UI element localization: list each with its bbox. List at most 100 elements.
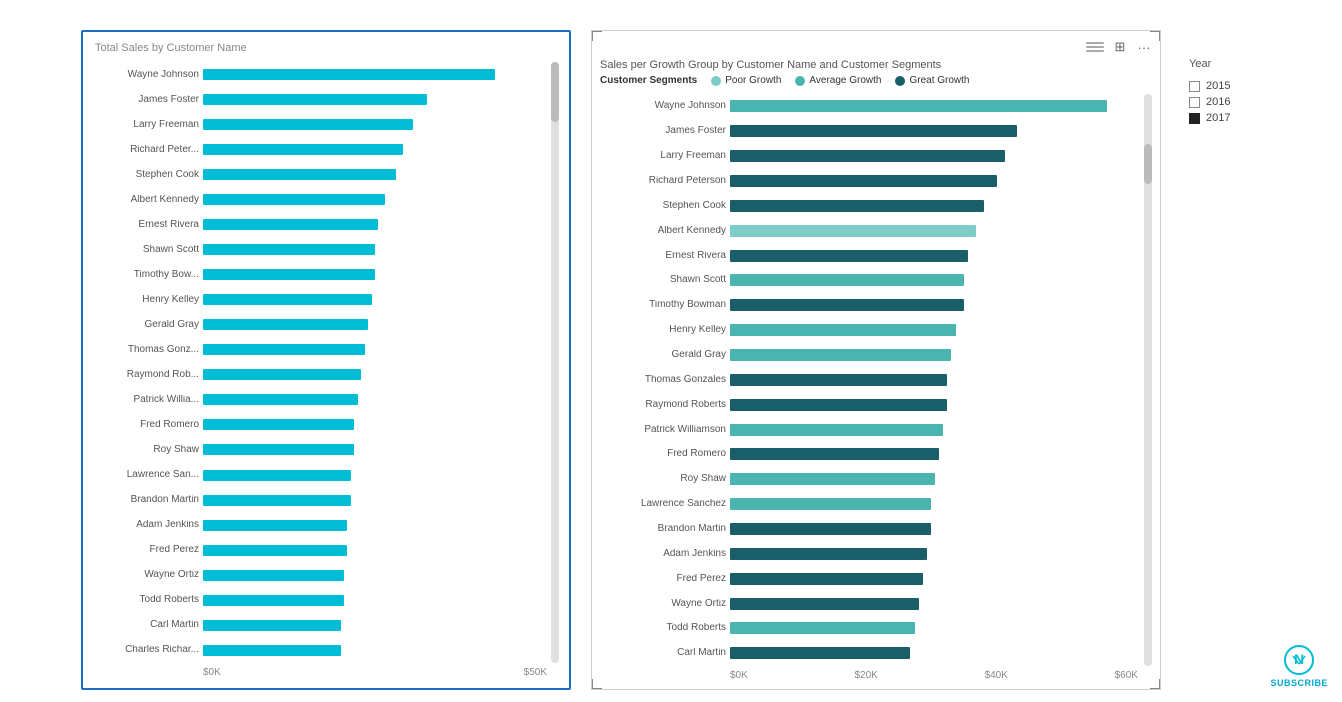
left-chart-area: Wayne JohnsonJames FosterLarry FreemanRi… bbox=[93, 62, 559, 663]
right-bar-label: Fred Perez bbox=[600, 574, 726, 584]
left-bar-label: Charles Richar... bbox=[93, 645, 199, 655]
legend-poor-growth: Poor Growth bbox=[711, 75, 781, 86]
right-bar-row bbox=[730, 123, 1140, 139]
right-bar-row bbox=[730, 272, 1140, 288]
left-bar-row bbox=[203, 343, 547, 357]
left-bar-label: Brandon Martin bbox=[93, 495, 199, 505]
right-bar bbox=[730, 374, 947, 386]
right-bar-label: Carl Martin bbox=[600, 648, 726, 658]
left-bar-row bbox=[203, 468, 547, 482]
left-bar-label: Carl Martin bbox=[93, 620, 199, 630]
left-bar bbox=[203, 470, 351, 481]
year-checkbox[interactable] bbox=[1189, 97, 1200, 108]
right-bar-label: Gerald Gray bbox=[600, 350, 726, 360]
year-checkbox[interactable] bbox=[1189, 113, 1200, 124]
left-bar bbox=[203, 69, 495, 80]
right-bars-container bbox=[730, 94, 1140, 666]
right-bar-row bbox=[730, 372, 1140, 388]
left-bar bbox=[203, 244, 375, 255]
left-bar-label: Patrick Willia... bbox=[93, 395, 199, 405]
expand-icon[interactable]: ⊞ bbox=[1112, 39, 1128, 55]
left-bar bbox=[203, 394, 358, 405]
right-bar bbox=[730, 175, 997, 187]
left-bar bbox=[203, 219, 378, 230]
right-bar-row bbox=[730, 645, 1140, 661]
right-bar-row bbox=[730, 471, 1140, 487]
left-bar-row bbox=[203, 268, 547, 282]
great-growth-label: Great Growth bbox=[909, 75, 969, 86]
left-chart: Total Sales by Customer Name Wayne Johns… bbox=[81, 30, 571, 690]
left-bar-row bbox=[203, 418, 547, 432]
left-bar bbox=[203, 645, 341, 656]
legend-title: Customer Segments bbox=[600, 75, 697, 86]
left-bar-row bbox=[203, 143, 547, 157]
year-item[interactable]: 2017 bbox=[1189, 112, 1253, 124]
right-bar-row bbox=[730, 496, 1140, 512]
average-growth-label: Average Growth bbox=[809, 75, 881, 86]
subscribe-label[interactable]: SUBSCRIBE bbox=[1270, 678, 1328, 688]
left-scrollbar-thumb[interactable] bbox=[551, 62, 559, 122]
left-bar bbox=[203, 169, 396, 180]
right-bar-row bbox=[730, 322, 1140, 338]
left-bar bbox=[203, 319, 368, 330]
right-bar-label: Stephen Cook bbox=[600, 201, 726, 211]
right-x-axis-label: $0K bbox=[730, 670, 748, 681]
left-bar bbox=[203, 119, 413, 130]
left-bar-label: Fred Romero bbox=[93, 420, 199, 430]
left-bar-label: Raymond Rob... bbox=[93, 370, 199, 380]
left-bar-label: James Foster bbox=[93, 95, 199, 105]
left-bar-row bbox=[203, 493, 547, 507]
poor-growth-dot bbox=[711, 76, 721, 86]
left-bar bbox=[203, 94, 427, 105]
right-bar-row bbox=[730, 620, 1140, 636]
drag-line-1 bbox=[1086, 42, 1104, 44]
top-right-bracket bbox=[1150, 31, 1160, 41]
left-bar bbox=[203, 269, 375, 280]
left-bar-row bbox=[203, 643, 547, 657]
legend-average-growth: Average Growth bbox=[795, 75, 881, 86]
right-bar-label: Larry Freeman bbox=[600, 151, 726, 161]
year-item[interactable]: 2015 bbox=[1189, 80, 1253, 92]
right-bar bbox=[730, 399, 947, 411]
right-scrollbar-thumb[interactable] bbox=[1144, 144, 1152, 184]
great-growth-dot bbox=[895, 76, 905, 86]
left-bar-label: Larry Freeman bbox=[93, 120, 199, 130]
right-bar-label: Wayne Johnson bbox=[600, 101, 726, 111]
right-bar bbox=[730, 448, 939, 460]
right-scrollbar[interactable] bbox=[1144, 94, 1152, 666]
right-bar-label: Adam Jenkins bbox=[600, 549, 726, 559]
left-bar-row bbox=[203, 193, 547, 207]
right-bar bbox=[730, 598, 919, 610]
right-x-axis-label: $40K bbox=[985, 670, 1008, 681]
left-bars-container bbox=[203, 62, 547, 663]
left-scrollbar[interactable] bbox=[551, 62, 559, 663]
left-bar-row bbox=[203, 368, 547, 382]
left-bar-row bbox=[203, 393, 547, 407]
right-bar bbox=[730, 548, 927, 560]
year-item[interactable]: 2016 bbox=[1189, 96, 1253, 108]
left-bar-label: Henry Kelley bbox=[93, 295, 199, 305]
year-checkbox[interactable] bbox=[1189, 81, 1200, 92]
drag-handle[interactable] bbox=[1086, 42, 1104, 52]
right-bar-label: Patrick Williamson bbox=[600, 425, 726, 435]
right-bar-label: James Foster bbox=[600, 126, 726, 136]
top-left-bracket bbox=[592, 31, 602, 41]
left-bar-label: Todd Roberts bbox=[93, 595, 199, 605]
right-bar-labels: Wayne JohnsonJames FosterLarry FreemanRi… bbox=[600, 94, 730, 666]
right-bar bbox=[730, 473, 935, 485]
left-bar-row bbox=[203, 68, 547, 82]
more-options-icon[interactable]: ··· bbox=[1136, 39, 1152, 55]
left-bar-label: Shawn Scott bbox=[93, 245, 199, 255]
right-bar bbox=[730, 573, 923, 585]
right-bar-label: Raymond Roberts bbox=[600, 400, 726, 410]
right-bar-row bbox=[730, 347, 1140, 363]
subscribe-icon: N bbox=[1283, 644, 1315, 676]
left-x-axis-label: $0K bbox=[203, 667, 221, 678]
left-x-axis: $0K$50K bbox=[93, 667, 559, 678]
right-bar-row bbox=[730, 546, 1140, 562]
right-bar-row bbox=[730, 148, 1140, 164]
right-bar-label: Todd Roberts bbox=[600, 623, 726, 633]
left-bar-row bbox=[203, 568, 547, 582]
right-bar bbox=[730, 622, 915, 634]
right-bar-row bbox=[730, 521, 1140, 537]
